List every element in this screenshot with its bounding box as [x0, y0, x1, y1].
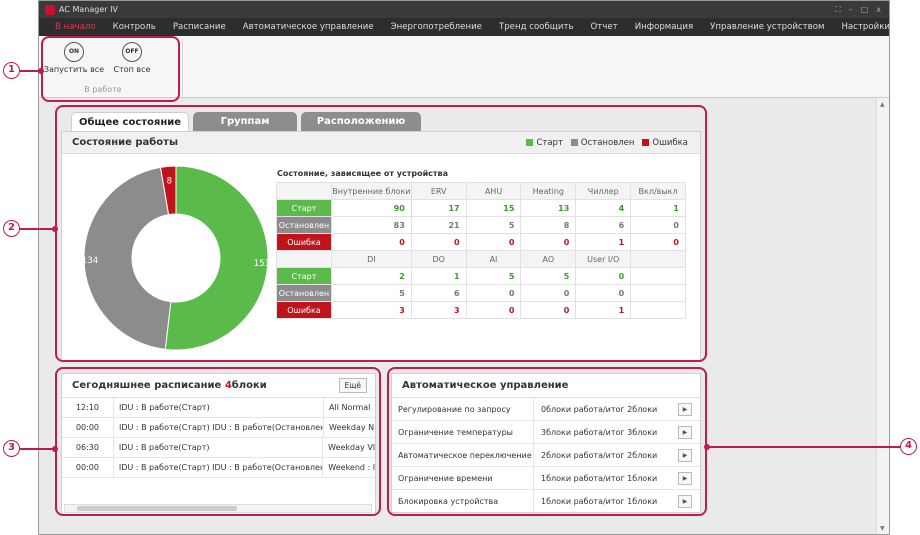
app-logo-icon	[45, 4, 55, 15]
minimize-icon[interactable]: –	[849, 5, 853, 15]
callout-badge-4: 4	[900, 438, 917, 455]
maximize-icon[interactable]: □	[861, 5, 869, 15]
callout-dot-2	[52, 226, 58, 232]
window-title: AC Manager IV	[59, 5, 118, 14]
menu-schedule[interactable]: Расписание	[173, 22, 226, 32]
page-vertical-scrollbar[interactable]: ▲ ▼	[876, 98, 889, 534]
main-menu: В начало Контроль Расписание Автоматичес…	[39, 18, 889, 36]
callout-badge-3: 3	[3, 440, 20, 457]
callout-line-4	[708, 446, 900, 448]
callout-dot-1	[38, 68, 44, 74]
menu-info[interactable]: Информация	[635, 22, 693, 32]
callout-line-1	[20, 70, 40, 72]
menu-device-management[interactable]: Управление устройством	[710, 22, 824, 32]
menu-report[interactable]: Отчет	[591, 22, 618, 32]
menu-auto-control[interactable]: Автоматическое управление	[243, 22, 374, 32]
callout-ring-3	[55, 367, 381, 516]
scroll-up-arrow-icon[interactable]: ▲	[880, 101, 885, 108]
callout-ring-2	[55, 105, 707, 362]
menu-home[interactable]: В начало	[55, 22, 96, 32]
scroll-down-arrow-icon[interactable]: ▼	[880, 525, 885, 532]
callout-ring-1	[41, 36, 180, 102]
menu-trend[interactable]: Тренд сообщить	[499, 22, 574, 32]
close-icon[interactable]: x	[876, 5, 881, 15]
callout-badge-1: 1	[3, 62, 20, 79]
callout-dot-4	[704, 444, 710, 450]
title-bar: AC Manager IV ⛶ – □ x	[39, 1, 889, 18]
callout-badge-2: 2	[3, 220, 20, 237]
menu-energy[interactable]: Энергопотребление	[391, 22, 482, 32]
callout-ring-4	[387, 367, 707, 516]
menu-settings[interactable]: Настройки	[841, 22, 889, 32]
callout-line-3	[20, 448, 54, 450]
menu-control[interactable]: Контроль	[113, 22, 156, 32]
callout-dot-3	[52, 446, 58, 452]
fullscreen-icon[interactable]: ⛶	[835, 5, 841, 15]
callout-line-2	[20, 228, 54, 230]
